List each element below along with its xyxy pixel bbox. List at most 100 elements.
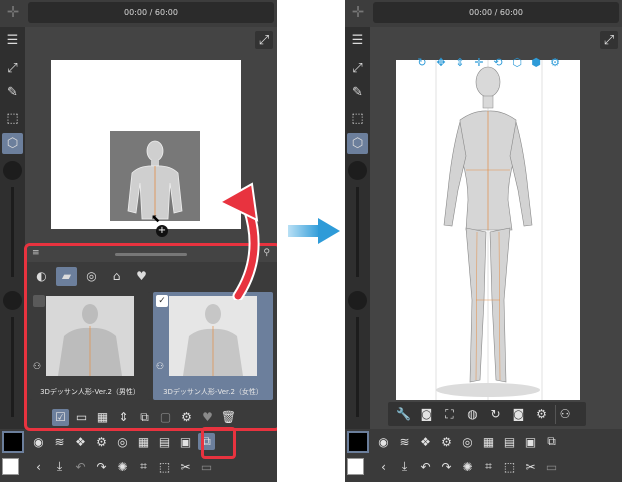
crop-icon[interactable]: ⌗ xyxy=(135,458,152,475)
crop-icon[interactable]: ⌗ xyxy=(480,458,497,475)
item-checkbox[interactable] xyxy=(33,295,45,307)
material-3d-icon[interactable]: ⧉ xyxy=(543,433,560,450)
opacity-button[interactable] xyxy=(3,291,22,310)
undo-icon[interactable]: ↶ xyxy=(417,458,434,475)
cut-icon[interactable]: ✂ xyxy=(522,458,539,475)
settings-icon[interactable]: ⚙ xyxy=(532,405,551,424)
favorite-icon[interactable]: ♥ xyxy=(131,267,152,286)
palette-row: ◉ ≋ ❖ ⚙ ◎ ▦ ▤ ▣ ⧉ xyxy=(375,433,560,450)
selection-icon[interactable]: ⬚ xyxy=(347,108,368,129)
sort-icon[interactable]: ⇕ xyxy=(115,409,132,426)
transform-icon[interactable]: ⤢ xyxy=(2,58,23,79)
navigator-icon[interactable]: ◉ xyxy=(375,433,392,450)
list-view-icon[interactable]: ☑ xyxy=(52,408,69,426)
fullscreen-icon[interactable]: ⤢ xyxy=(600,31,618,49)
color-circle-icon[interactable]: ◎ xyxy=(459,433,476,450)
search-icon[interactable]: ◎ xyxy=(81,267,102,286)
object-tool-icon[interactable]: ⬡ xyxy=(2,133,23,154)
opacity-slider[interactable] xyxy=(11,317,14,417)
brush-size-button[interactable] xyxy=(348,161,367,180)
color-circle-icon[interactable]: ◎ xyxy=(114,433,131,450)
camera-icon[interactable]: ◙ xyxy=(417,405,436,424)
material-item-male[interactable]: ⚇ 3Dデッサン人形-Ver.2（男性） xyxy=(30,292,150,400)
opacity-button[interactable] xyxy=(348,291,367,310)
navigator-icon[interactable]: ◉ xyxy=(30,433,47,450)
object-list-icon[interactable]: ▣ xyxy=(177,433,194,450)
material-settings-icon[interactable]: ⚙ xyxy=(178,409,195,426)
people-icon[interactable]: ⚇ xyxy=(555,404,574,424)
selection-icon[interactable]: ⬚ xyxy=(2,108,23,129)
object-scale-icon[interactable]: ⬡ xyxy=(509,54,525,70)
camera-pan-icon[interactable]: ✥ xyxy=(433,54,449,70)
favorite-toggle-icon[interactable]: ♥ xyxy=(199,409,216,426)
layer-icon[interactable]: ≋ xyxy=(396,433,413,450)
back-icon[interactable]: ‹ xyxy=(30,458,47,475)
save-icon[interactable]: ⤓ xyxy=(396,458,413,475)
back-icon[interactable]: ‹ xyxy=(375,458,392,475)
select-all-icon[interactable]: ⬚ xyxy=(501,458,518,475)
object-rotate-icon[interactable]: ⟲ xyxy=(490,54,506,70)
camera-zoom-icon[interactable]: ⇕ xyxy=(452,54,468,70)
paste-icon[interactable]: ▭ xyxy=(198,458,215,475)
loading-icon[interactable]: ✺ xyxy=(114,458,131,475)
loading-icon[interactable]: ✺ xyxy=(459,458,476,475)
move-icon[interactable]: ✛ xyxy=(347,1,369,23)
animation-icon[interactable]: ▤ xyxy=(156,433,173,450)
brush-size-slider[interactable] xyxy=(356,187,359,277)
object-reset-icon[interactable]: ⬢ xyxy=(528,54,544,70)
menu-icon[interactable]: ☰ xyxy=(2,30,23,51)
layer-property-icon[interactable]: ❖ xyxy=(72,433,89,450)
cut-icon[interactable]: ✂ xyxy=(177,458,194,475)
animation-icon[interactable]: ▤ xyxy=(501,433,518,450)
paste-material-icon[interactable]: ⧉ xyxy=(136,409,153,426)
paste-icon[interactable]: ▭ xyxy=(543,458,560,475)
sub-color-swatch[interactable] xyxy=(2,458,19,475)
tag-icon[interactable]: ⌂ xyxy=(106,267,127,286)
grid-view-icon[interactable]: ▦ xyxy=(94,409,111,426)
transform-icon[interactable]: ⤢ xyxy=(347,58,368,79)
material-item-female[interactable]: ✓ ⚇ 3Dデッサン人形-Ver.2（女性） xyxy=(153,292,273,400)
menu-icon[interactable]: ☰ xyxy=(347,30,368,51)
brush-size-button[interactable] xyxy=(3,161,22,180)
object-tool-icon[interactable]: ⬡ xyxy=(347,133,368,154)
save-icon[interactable]: ⤓ xyxy=(51,458,68,475)
item-checkbox-checked[interactable]: ✓ xyxy=(156,295,168,307)
fullscreen-icon[interactable]: ⤢ xyxy=(255,31,273,49)
redo-icon[interactable]: ↷ xyxy=(93,458,110,475)
pen-icon[interactable]: ✎ xyxy=(2,82,23,103)
clip-icon[interactable]: ◐ xyxy=(31,267,52,286)
folder-icon[interactable]: ▰ xyxy=(56,266,77,286)
material-icon[interactable]: ▦ xyxy=(135,433,152,450)
main-color-swatch[interactable] xyxy=(347,431,369,453)
select-all-icon[interactable]: ⬚ xyxy=(156,458,173,475)
layer-icon[interactable]: ≋ xyxy=(51,433,68,450)
drag-handle[interactable] xyxy=(115,253,187,256)
object-list-icon[interactable]: ▣ xyxy=(522,433,539,450)
rotate-icon[interactable]: ↻ xyxy=(486,405,505,424)
fit-icon[interactable]: ⛶ xyxy=(440,405,459,424)
move-icon[interactable]: ✛ xyxy=(2,1,24,23)
redo-icon[interactable]: ↷ xyxy=(438,458,455,475)
sub-tool-detail-icon[interactable]: ⚙ xyxy=(93,433,110,450)
wrench-icon[interactable]: 🔧 xyxy=(394,405,413,424)
object-move-icon[interactable]: ✛ xyxy=(471,54,487,70)
delete-icon[interactable]: 🗑 xyxy=(220,409,237,426)
material-icon[interactable]: ▦ xyxy=(480,433,497,450)
3d-figure-female[interactable] xyxy=(396,60,580,400)
canvas-sheet[interactable] xyxy=(396,60,580,400)
main-color-swatch[interactable] xyxy=(2,431,24,453)
layer-property-icon[interactable]: ❖ xyxy=(417,433,434,450)
undo-icon[interactable]: ↶ xyxy=(72,458,89,475)
detail-view-icon[interactable]: ▭ xyxy=(73,409,90,426)
snapshot-icon[interactable]: ◙ xyxy=(509,405,528,424)
sub-tool-detail-icon[interactable]: ⚙ xyxy=(438,433,455,450)
object-adjust-icon[interactable]: ⚙ xyxy=(547,54,563,70)
pose-icon[interactable]: ◍ xyxy=(463,405,482,424)
pen-icon[interactable]: ✎ xyxy=(347,82,368,103)
brush-size-slider[interactable] xyxy=(11,187,14,277)
camera-rotate-icon[interactable]: ↻ xyxy=(414,54,430,70)
panel-menu-icon[interactable]: ≡ xyxy=(32,248,40,258)
add-material-icon[interactable]: ▢ xyxy=(157,409,174,426)
opacity-slider[interactable] xyxy=(356,317,359,417)
sub-color-swatch[interactable] xyxy=(347,458,364,475)
